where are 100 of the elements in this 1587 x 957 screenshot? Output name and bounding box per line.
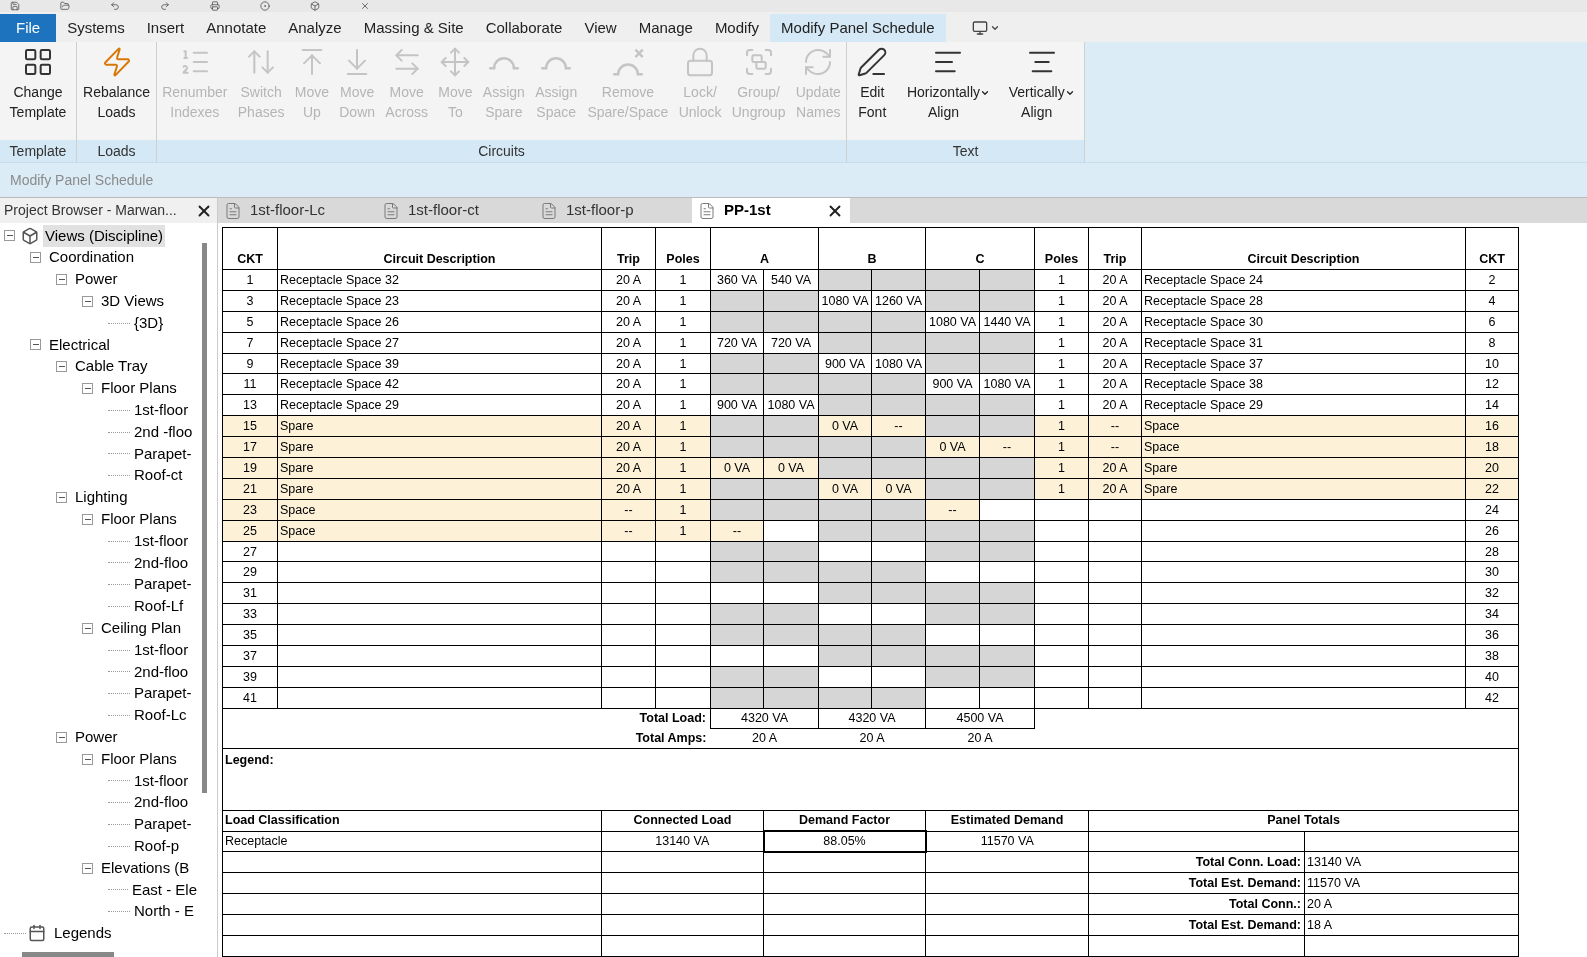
column-header: Circuit Description [277,227,602,270]
tree-item[interactable]: Roof-p [132,834,182,858]
column-header: Poles [1034,227,1089,270]
menu-tab[interactable]: Modify Panel Schedule [770,14,946,42]
expand-toggle[interactable] [56,361,67,373]
tree-item[interactable]: Floor Plans [99,377,179,400]
tree-item[interactable]: 2nd-floo [132,660,191,684]
table-cell: 31 [222,582,278,604]
document-tab[interactable]: PP-1st [692,198,850,223]
tree-item[interactable]: Views (Discipline) [43,224,166,248]
expand-toggle[interactable] [82,513,93,525]
tree-item[interactable]: Legends [52,922,114,945]
printer-icon[interactable] [210,1,220,11]
box-icon[interactable] [310,1,320,11]
tree-item[interactable]: Power [73,726,120,749]
tree-item[interactable]: Roof-ct [132,464,185,487]
tree-item[interactable]: Parapet- [132,442,194,466]
menu-tab[interactable]: Massing & Site [352,14,475,42]
tree-item[interactable]: 1st-floor [132,529,191,553]
scrollbar[interactable] [202,243,207,793]
expand-toggle[interactable] [82,382,93,394]
tree-item[interactable]: Cable Tray [73,355,150,378]
menu-tab[interactable]: Manage [627,14,704,42]
table-cell: Total Conn.: [1088,893,1305,915]
tree-item[interactable]: Roof-Lc [132,704,189,727]
document-tab[interactable]: 1st-floor-p [534,198,692,223]
tree-item[interactable]: Ceiling Plan [99,617,184,640]
tree-item[interactable]: 2nd-floo [132,791,191,814]
table-cell: 41 [222,687,278,709]
tree-item[interactable]: 1st-floor [132,769,191,793]
document-tab[interactable]: 1st-floor-Lc [218,198,376,223]
target-icon[interactable] [260,1,270,11]
ribbon-button[interactable]: Horizontally Align [902,42,995,134]
tree-item[interactable]: 2nd-floo [132,551,191,575]
expand-toggle[interactable] [56,731,67,743]
expand-toggle[interactable] [56,274,67,285]
table-cell: Receptacle Space 37 [1141,353,1466,374]
tree-item[interactable]: Power [73,268,120,291]
column-header: Load Classification [222,810,602,832]
tree-item[interactable]: 1st-floor [132,638,191,662]
expand-toggle[interactable] [82,862,93,874]
tree-item[interactable]: Lighting [73,486,130,509]
dropdown-caret-icon[interactable] [989,23,1000,33]
table-cell: 25 [222,520,278,542]
ribbon-button[interactable]: Vertically Align [1004,42,1079,134]
tree-item[interactable]: Elevations (B [99,856,192,880]
tree-item[interactable]: Parapet- [132,682,194,705]
menu-tab[interactable]: Collaborate [474,14,574,42]
redo-icon[interactable] [160,1,170,11]
expand-toggle[interactable] [56,491,67,503]
menu-tab[interactable]: Annotate [195,14,278,42]
display-icon[interactable] [971,20,988,36]
table-cell: 20 A [710,728,819,749]
panel-title: Template [0,140,76,162]
pen-icon [856,46,889,78]
arc-remove-icon [611,48,644,76]
table-cell: 17 [222,436,278,458]
tree-item[interactable]: 2nd -floo [132,420,195,444]
expand-toggle[interactable] [82,753,93,765]
tree-item[interactable]: Roof-Lf [132,595,186,618]
table-cell[interactable]: 88.05% [763,831,926,852]
table-cell: Total Est. Demand: [1088,872,1305,894]
table-cell: 5 [222,311,278,333]
ribbon-button[interactable]: Edit Font [852,42,893,134]
tree-item[interactable]: Electrical [47,333,112,357]
table-cell: 19 [222,457,278,479]
ribbon-button[interactable]: Change Template [5,42,71,134]
expand-toggle[interactable] [82,295,93,307]
ribbon-button[interactable]: Rebalance Loads [79,42,154,134]
table-cell: 1 [222,269,278,291]
table-cell: Receptacle Space 30 [1141,311,1466,333]
tree-item[interactable]: Parapet- [132,813,194,836]
menu-tab[interactable]: Insert [135,14,196,42]
tree-item[interactable]: 1st-floor [132,399,191,422]
tree-item[interactable]: Coordination [47,246,137,269]
tree-item[interactable]: Floor Plans [99,508,179,531]
menu-tab[interactable]: Analyze [277,14,353,42]
tree-item[interactable]: {3D} [132,311,166,335]
folder-icon[interactable] [60,1,70,11]
tree-item[interactable]: Floor Plans [99,747,179,771]
table-cell: 23 [222,499,278,521]
expand-toggle[interactable] [4,230,15,242]
menu-tab[interactable]: File [0,14,57,42]
expand-toggle[interactable] [82,622,93,634]
menu-tab[interactable]: View [573,14,628,42]
menu-tab[interactable]: Modify [703,14,771,42]
expand-toggle[interactable] [30,252,41,264]
scrollbar[interactable] [22,952,114,957]
document-tab[interactable]: 1st-floor-ct [376,198,534,223]
tree-item[interactable]: East - Ele [129,878,199,902]
context-label: Modify Panel Schedule [10,170,154,190]
table-cell: 3 [222,290,278,312]
expand-toggle[interactable] [30,339,41,351]
undo-icon[interactable] [110,1,120,11]
save-icon[interactable] [10,1,20,11]
tree-item[interactable]: 3D Views [99,290,167,313]
document-icon [540,201,558,220]
tree-item[interactable]: North - E [132,900,196,923]
tree-item[interactable]: Parapet- [132,573,194,596]
menu-tab[interactable]: Systems [56,14,136,42]
